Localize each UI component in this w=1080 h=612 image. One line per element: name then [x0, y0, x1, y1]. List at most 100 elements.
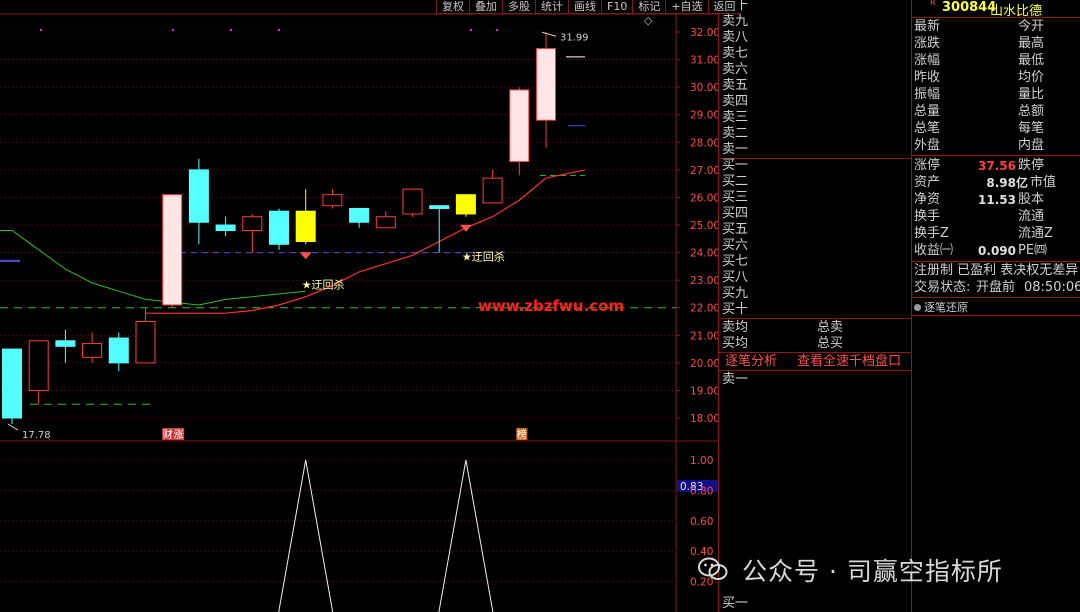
candle-body — [2, 348, 22, 419]
candle-body — [162, 194, 183, 306]
buy-level-label: 买十 — [722, 302, 749, 317]
total-buy-label: 总买 — [817, 336, 844, 351]
event-tag: 榜 — [517, 428, 527, 441]
gem-signal-icon — [459, 224, 472, 232]
diamond-icon[interactable]: ◇ — [644, 14, 652, 27]
buy-level-label: 买六 — [722, 238, 749, 253]
quote-field-label: 总量 — [914, 104, 941, 119]
candle-body — [322, 194, 343, 207]
quote-field-label: 每笔 — [1018, 121, 1045, 136]
event-dot — [496, 29, 498, 31]
tick-analysis-link[interactable]: 逐笔分析 — [725, 354, 777, 370]
indicator-peak — [278, 459, 334, 612]
indicator-peak — [438, 459, 494, 612]
kline-chart[interactable]: ★迂回杀 ★迂回杀 31.99 17.78 财涨 榜 www.zbzfwu.com 32.0… — [0, 0, 718, 612]
sell-level-label: 卖六 — [722, 62, 749, 77]
toolbar-f10-button[interactable]: F10 — [601, 0, 633, 14]
indicator-axis-label: 0.80 — [690, 485, 713, 497]
price-axis-label: 28.00 — [690, 137, 718, 149]
sell-level-label: 卖七 — [722, 46, 749, 61]
circle-icon — [914, 304, 921, 311]
candle-body — [455, 194, 476, 215]
high-marker-label: 31.99 — [560, 32, 589, 43]
price-axis-label: 18.00 — [690, 413, 718, 425]
tick-restore-label: 逐笔还原 — [924, 301, 968, 314]
buy-level-label: 买五 — [722, 222, 749, 237]
candle-body — [28, 340, 49, 391]
quote-field-label: 昨收 — [914, 70, 941, 85]
candle-body — [188, 169, 209, 223]
sell-level-label: 卖九 — [722, 14, 749, 29]
candle-body — [108, 337, 129, 364]
candle-body — [295, 210, 316, 243]
indicator-axis-label: 1.00 — [690, 455, 713, 467]
candle-body — [269, 210, 289, 245]
order-book-panel: 卖十卖九卖八卖七卖六卖五卖四卖三卖二卖一 买一买二买三买四买五买六买七买八买九买… — [718, 0, 911, 612]
price-axis-label: 26.00 — [690, 192, 718, 204]
indicator-axis-label: 0.60 — [690, 516, 713, 528]
eps-value: 0.090 — [978, 244, 1016, 258]
toolbar-add-watchlist-button[interactable]: +自选 — [665, 0, 708, 14]
toolbar-draw-line-button[interactable]: 画线 — [568, 0, 601, 14]
quote-field-label: 最低 — [1018, 53, 1045, 68]
candle-body — [375, 216, 396, 229]
assets-value: 8.98亿 — [986, 176, 1028, 190]
limit-up-label: 涨停 — [914, 158, 941, 173]
toolbar-mark-button[interactable]: 标记 — [632, 0, 666, 14]
price-axis-label: 29.00 — [690, 110, 718, 122]
toolbar-back-button[interactable]: 返回 — [707, 0, 741, 14]
signal-label: ★迂回杀 — [462, 250, 505, 264]
site-watermark: www.zbzfwu.com — [478, 297, 624, 315]
float-z-label: 流通Z — [1018, 226, 1053, 241]
quote-field-label: 振幅 — [914, 87, 941, 102]
pe-label: PE㈣ — [1018, 243, 1048, 258]
bottom-sell-one-label: 卖一 — [722, 372, 749, 387]
candle-body — [242, 216, 263, 232]
event-dot — [172, 29, 174, 31]
quote-field-label: 涨幅 — [914, 53, 941, 68]
candle-body — [509, 89, 530, 163]
toolbar-stats-button[interactable]: 统计 — [535, 0, 568, 14]
turnover-label: 换手 — [914, 209, 941, 224]
buy-level-label: 买二 — [722, 174, 749, 189]
quote-field-label: 总额 — [1018, 104, 1045, 119]
candle-body — [135, 321, 156, 364]
tick-restore-button[interactable]: 逐笔还原 — [914, 299, 968, 315]
buy-level-label: 买四 — [722, 206, 749, 221]
trade-time: 08:50:06 — [1024, 280, 1080, 295]
toolbar-fuquan-button[interactable]: 复权 — [436, 0, 469, 14]
toolbar-multi-stock-button[interactable]: 多股 — [502, 0, 535, 14]
quote-field-label: 外盘 — [914, 138, 941, 153]
buy-level-label: 买七 — [722, 254, 749, 269]
full-depth-link[interactable]: 查看全速千档盘口 — [797, 354, 901, 370]
sell-level-label: 卖五 — [722, 78, 749, 93]
price-axis-label: 20.00 — [690, 358, 718, 370]
account-watermark: 公众号 · 司赢空指标所 — [742, 557, 1003, 586]
assets-label: 资产 — [914, 175, 941, 190]
stock-code: 300844 — [942, 0, 997, 15]
quote-field-label: 今开 — [1018, 19, 1045, 34]
price-axis-label: 24.00 — [690, 248, 718, 260]
candle-body — [429, 205, 450, 209]
limit-up-value: 37.56 — [978, 159, 1016, 173]
price-axis-label: 22.00 — [690, 303, 718, 315]
buy-level-label: 买九 — [722, 286, 749, 301]
buy-level-label: 买三 — [722, 190, 749, 205]
buy-level-label: 买一 — [722, 158, 749, 173]
sell-level-label: 卖八 — [722, 30, 749, 45]
price-axis-label: 32.00 — [690, 27, 718, 39]
quote-panel: R 300844 山水比德 最新 今开 涨跌 最高 涨幅 最低 昨收 均价 振幅 量比 总量 总额 总笔… — [911, 0, 1080, 612]
candle-body — [82, 343, 103, 358]
toolbar-overlay-button[interactable]: 叠加 — [469, 0, 502, 14]
event-dot — [470, 29, 472, 31]
candle-body — [482, 177, 503, 204]
event-dot — [230, 29, 232, 31]
event-dot — [40, 29, 42, 31]
net-assets-value: 11.53 — [978, 193, 1016, 207]
buy-level-label: 买八 — [722, 270, 749, 285]
r-badge: R — [930, 0, 936, 7]
candle-body — [215, 224, 236, 232]
trade-status-label: 交易状态: — [914, 280, 971, 295]
sell-level-label: 卖二 — [722, 126, 749, 141]
quote-field-label: 最高 — [1018, 36, 1045, 51]
